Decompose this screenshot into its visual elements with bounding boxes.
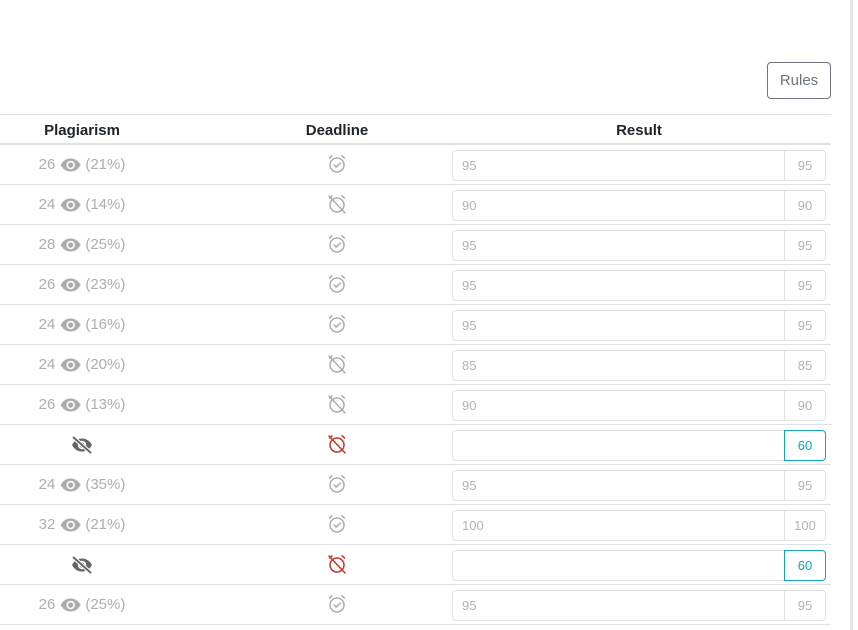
table-row: 32 (21%) 100 100 bbox=[0, 505, 831, 545]
header-deadline: Deadline bbox=[305, 122, 369, 139]
plagiarism-count: 26 bbox=[38, 596, 56, 613]
alarm-off-icon bbox=[327, 354, 347, 374]
rules-button[interactable]: Rules bbox=[767, 62, 831, 99]
table-row: 26 (13%) 90 90 bbox=[0, 385, 831, 425]
table-row: 26 (25%) 95 95 bbox=[0, 585, 831, 625]
table-row: 60 bbox=[0, 425, 831, 465]
eye-icon[interactable] bbox=[59, 238, 81, 252]
result-score[interactable]: 95 bbox=[784, 150, 826, 181]
plagiarism-count: 26 bbox=[38, 156, 56, 173]
plagiarism-cell: 26 (21%) bbox=[39, 145, 126, 184]
result-score[interactable]: 95 bbox=[784, 470, 826, 501]
alarm-check-icon bbox=[327, 154, 347, 174]
result-score[interactable]: 90 bbox=[784, 190, 826, 221]
eye-slash-icon[interactable] bbox=[70, 435, 94, 454]
plagiarism-count: 26 bbox=[38, 396, 56, 413]
header-result: Result bbox=[616, 122, 662, 139]
alarm-check-icon bbox=[327, 274, 347, 294]
alarm-missed-icon bbox=[327, 554, 347, 574]
plagiarism-percent: (25%) bbox=[85, 596, 126, 613]
eye-icon[interactable] bbox=[59, 318, 81, 332]
result-input[interactable]: 95 bbox=[452, 150, 785, 181]
table-row: 24 (14%) 90 90 bbox=[0, 185, 831, 225]
plagiarism-cell bbox=[70, 545, 94, 584]
result-input[interactable] bbox=[452, 550, 785, 581]
table-header: Plagiarism Deadline Result bbox=[0, 114, 831, 145]
result-score[interactable]: 60 bbox=[784, 430, 826, 461]
alarm-check-icon bbox=[327, 594, 347, 614]
eye-icon[interactable] bbox=[59, 358, 81, 372]
plagiarism-percent: (21%) bbox=[85, 516, 126, 533]
plagiarism-percent: (14%) bbox=[85, 196, 126, 213]
plagiarism-percent: (21%) bbox=[85, 156, 126, 173]
result-input[interactable]: 95 bbox=[452, 230, 785, 261]
result-score[interactable]: 60 bbox=[784, 550, 826, 581]
plagiarism-cell: 26 (25%) bbox=[39, 585, 126, 624]
result-input[interactable]: 95 bbox=[452, 270, 785, 301]
result-score[interactable]: 90 bbox=[784, 390, 826, 421]
alarm-check-icon bbox=[327, 514, 347, 534]
eye-icon[interactable] bbox=[59, 598, 81, 612]
header-plagiarism: Plagiarism bbox=[44, 122, 120, 139]
eye-icon[interactable] bbox=[59, 198, 81, 212]
result-input[interactable]: 85 bbox=[452, 350, 785, 381]
table-row: 24 (16%) 95 95 bbox=[0, 305, 831, 345]
plagiarism-percent: (16%) bbox=[85, 316, 126, 333]
plagiarism-cell: 26 (13%) bbox=[39, 385, 126, 424]
plagiarism-count: 24 bbox=[38, 316, 56, 333]
plagiarism-cell: 24 (16%) bbox=[39, 305, 126, 344]
result-input[interactable] bbox=[452, 430, 785, 461]
eye-icon[interactable] bbox=[59, 278, 81, 292]
result-score[interactable]: 95 bbox=[784, 270, 826, 301]
alarm-check-icon bbox=[327, 474, 347, 494]
alarm-check-icon bbox=[327, 314, 347, 334]
eye-icon[interactable] bbox=[59, 518, 81, 532]
alarm-check-icon bbox=[327, 234, 347, 254]
plagiarism-percent: (23%) bbox=[85, 276, 126, 293]
results-table: Plagiarism Deadline Result 26 (21%) 95 95 24… bbox=[0, 114, 831, 625]
plagiarism-count: 26 bbox=[38, 276, 56, 293]
result-input[interactable]: 95 bbox=[452, 310, 785, 341]
plagiarism-cell: 24 (14%) bbox=[39, 185, 126, 224]
alarm-off-icon bbox=[327, 194, 347, 214]
eye-icon[interactable] bbox=[59, 398, 81, 412]
table-row: 24 (35%) 95 95 bbox=[0, 465, 831, 505]
plagiarism-count: 32 bbox=[38, 516, 56, 533]
plagiarism-cell: 24 (35%) bbox=[39, 465, 126, 504]
plagiarism-cell: 26 (23%) bbox=[39, 265, 126, 304]
table-row: 26 (23%) 95 95 bbox=[0, 265, 831, 305]
plagiarism-count: 24 bbox=[38, 356, 56, 373]
result-input[interactable]: 95 bbox=[452, 470, 785, 501]
result-input[interactable]: 100 bbox=[452, 510, 785, 541]
eye-icon[interactable] bbox=[59, 478, 81, 492]
plagiarism-cell bbox=[70, 425, 94, 464]
plagiarism-percent: (13%) bbox=[85, 396, 126, 413]
result-score[interactable]: 95 bbox=[784, 230, 826, 261]
eye-slash-icon[interactable] bbox=[70, 555, 94, 574]
scrollbar[interactable] bbox=[850, 0, 853, 630]
plagiarism-percent: (20%) bbox=[85, 356, 126, 373]
table-row: 26 (21%) 95 95 bbox=[0, 145, 831, 185]
result-input[interactable]: 95 bbox=[452, 590, 785, 621]
plagiarism-count: 24 bbox=[38, 476, 56, 493]
plagiarism-count: 28 bbox=[38, 236, 56, 253]
plagiarism-percent: (25%) bbox=[85, 236, 126, 253]
result-score[interactable]: 95 bbox=[784, 310, 826, 341]
eye-icon[interactable] bbox=[59, 158, 81, 172]
plagiarism-cell: 28 (25%) bbox=[39, 225, 126, 264]
result-input[interactable]: 90 bbox=[452, 190, 785, 221]
plagiarism-count: 24 bbox=[38, 196, 56, 213]
plagiarism-cell: 32 (21%) bbox=[39, 505, 126, 544]
table-row: 24 (20%) 85 85 bbox=[0, 345, 831, 385]
result-score[interactable]: 85 bbox=[784, 350, 826, 381]
plagiarism-percent: (35%) bbox=[85, 476, 126, 493]
alarm-missed-icon bbox=[327, 434, 347, 454]
result-input[interactable]: 90 bbox=[452, 390, 785, 421]
plagiarism-cell: 24 (20%) bbox=[39, 345, 126, 384]
table-row: 28 (25%) 95 95 bbox=[0, 225, 831, 265]
table-row: 60 bbox=[0, 545, 831, 585]
alarm-off-icon bbox=[327, 394, 347, 414]
result-score[interactable]: 95 bbox=[784, 590, 826, 621]
result-score[interactable]: 100 bbox=[784, 510, 826, 541]
